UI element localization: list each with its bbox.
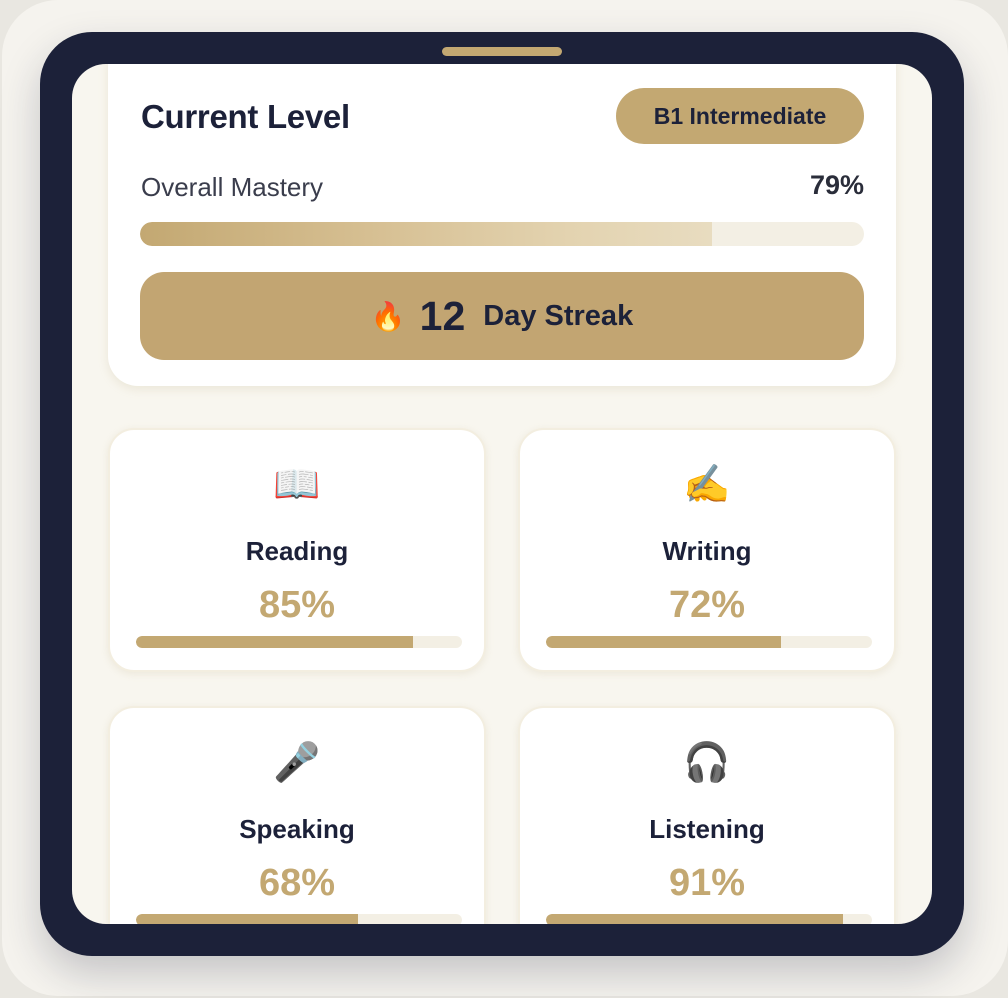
streak-label: Day Streak [483, 299, 634, 332]
overall-mastery-progress-fill [140, 222, 712, 246]
skill-progress-fill [136, 636, 414, 648]
skill-card-writing[interactable]: ✍️ Writing 72% [518, 428, 896, 672]
skill-name: Writing [662, 536, 752, 566]
skill-percent: 68% [258, 862, 336, 904]
headphones-icon: 🎧 [683, 740, 731, 784]
skill-name: Speaking [239, 814, 355, 844]
skill-progress-fill [136, 914, 358, 924]
skill-card-listening[interactable]: 🎧 Listening 91% [518, 706, 896, 924]
skill-progress-bar [136, 636, 462, 648]
writing-hand-icon: ✍️ [683, 462, 731, 506]
open-book-icon: 📖 [273, 462, 321, 506]
overall-mastery-progress-bar [140, 222, 864, 246]
skill-progress-bar [546, 914, 872, 924]
device-notch-bar [442, 47, 562, 56]
app-screen[interactable]: Current Level B1 Intermediate Overall Ma… [72, 64, 932, 924]
skill-card-reading[interactable]: 📖 Reading 85% [108, 428, 486, 672]
skill-progress-fill [546, 636, 781, 648]
skill-percent: 91% [668, 862, 746, 904]
overall-mastery-value: 79% [809, 170, 864, 200]
microphone-icon: 🎤 [273, 740, 321, 784]
fire-icon: 🔥 [370, 300, 406, 332]
current-level-card: Current Level B1 Intermediate Overall Ma… [108, 64, 896, 386]
level-badge[interactable]: B1 Intermediate [616, 88, 864, 144]
current-level-title: Current Level [141, 98, 350, 135]
skill-percent: 72% [668, 584, 746, 626]
overall-mastery-label: Overall Mastery [141, 172, 324, 202]
skill-percent: 85% [258, 584, 336, 626]
skill-progress-fill [546, 914, 843, 924]
skill-name: Listening [649, 814, 765, 844]
skill-card-speaking[interactable]: 🎤 Speaking 68% [108, 706, 486, 924]
skill-progress-bar [546, 636, 872, 648]
day-streak-button[interactable]: 🔥 12 Day Streak [140, 272, 864, 360]
skill-name: Reading [245, 536, 349, 566]
streak-count: 12 [419, 292, 466, 339]
skill-progress-bar [136, 914, 462, 924]
